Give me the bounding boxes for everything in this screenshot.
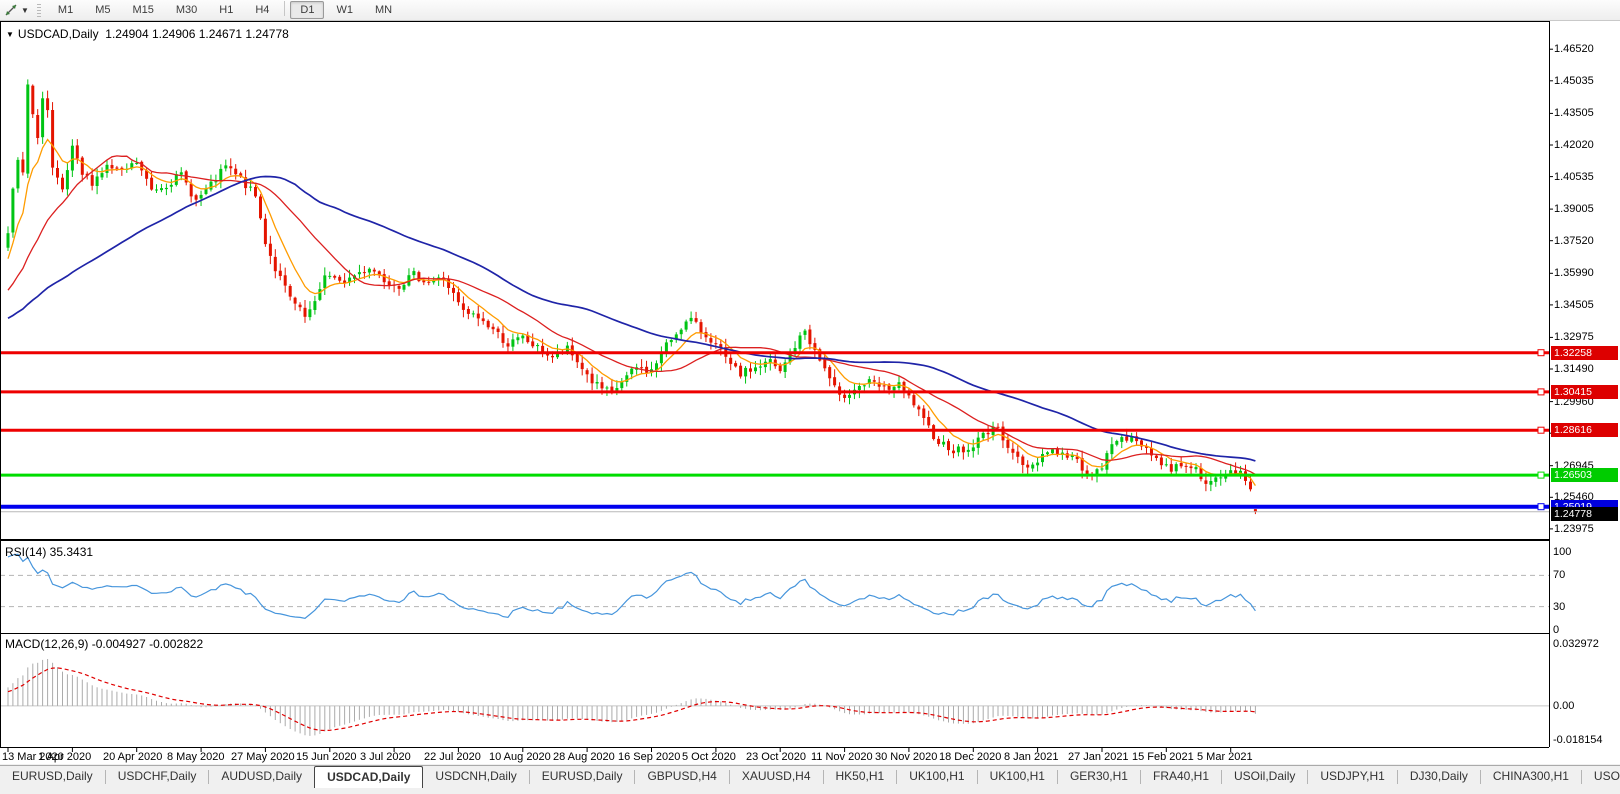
date-axis-label: 18 Dec 2020 [939,751,1001,763]
cursor-tool-dropdown-icon[interactable]: ▼ [21,6,29,15]
price-axis-label: 1.43505 [1554,107,1594,119]
price-axis-label: 1.40535 [1554,171,1594,183]
rsi-axis-label: 30 [1553,601,1565,613]
top-toolbar: ▼ M1M5M15M30H1H4 D1W1MN [0,0,1620,21]
chart-tab-8[interactable]: HK50,H1 [824,766,897,788]
toolbar-separator [284,1,285,16]
timeframe-button-w1[interactable]: W1 [326,1,363,19]
chart-ohlc-values: 1.24904 1.24906 1.24671 1.24778 [105,27,289,41]
hline-price-tag[interactable]: 1.26503 [1551,468,1618,482]
chart-tab-5[interactable]: EURUSD,Daily [530,766,635,788]
price-axis-label: 1.34505 [1554,299,1594,311]
chart-tab-10[interactable]: UK100,H1 [978,766,1057,788]
chart-symbol-label: USDCAD,Daily [18,27,99,41]
date-axis-label: 3 Jul 2020 [360,751,411,763]
price-axis-label: 1.46520 [1554,43,1594,55]
current-price-tag: 1.24778 [1551,507,1618,521]
chart-tab-7[interactable]: XAUUSD,H4 [730,766,823,788]
chart-tab-16[interactable]: CHINA300,H1 [1481,766,1581,788]
date-axis-label: 15 Jun 2020 [296,751,357,763]
price-axis-label: 1.42020 [1554,139,1594,151]
chart-tab-11[interactable]: GER30,H1 [1058,766,1140,788]
rsi-axis-label: 100 [1553,546,1571,558]
date-axis-label: 8 Jan 2021 [1004,751,1058,763]
hline-price-tag[interactable]: 1.30415 [1551,385,1618,399]
timeframe-button-m5[interactable]: M5 [85,1,120,19]
price-axis-label: 1.37520 [1554,235,1594,247]
rsi-label: RSI(14) 35.3431 [5,545,93,559]
timeframe-button-h4[interactable]: H4 [245,1,279,19]
price-axis-label: 1.45035 [1554,75,1594,87]
chart-title: ▼ USDCAD,Daily 1.24904 1.24906 1.24671 1.… [6,27,289,41]
price-axis-label: 1.23975 [1554,523,1594,535]
date-axis-label: 30 Nov 2020 [875,751,937,763]
date-axis-label: 5 Mar 2021 [1197,751,1253,763]
chart-tab-17[interactable]: USOil, [1582,766,1620,788]
macd-axis-label: -0.018154 [1553,734,1603,746]
timeframe-button-m30[interactable]: M30 [166,1,207,19]
chart-tab-14[interactable]: USDJPY,H1 [1308,766,1396,788]
date-axis-label: 10 Aug 2020 [489,751,551,763]
timeframe-buttons: M1M5M15M30H1H4 D1W1MN [47,1,403,19]
collapse-triangle-icon[interactable]: ▼ [6,30,14,39]
chart-tab-9[interactable]: UK100,H1 [897,766,976,788]
timeframe-button-m15[interactable]: M15 [122,1,163,19]
date-axis-label: 27 Jan 2021 [1068,751,1129,763]
chart-tab-1[interactable]: USDCHF,Daily [106,766,209,788]
date-axis-label: 16 Sep 2020 [618,751,680,763]
date-axis-label: 8 May 2020 [167,751,224,763]
chart-tab-0[interactable]: EURUSD,Daily [0,766,105,788]
price-axis-label: 1.31490 [1554,363,1594,375]
macd-axis-label: 0.00 [1553,700,1574,712]
chart-window: ▼ USDCAD,Daily 1.24904 1.24906 1.24671 1.… [0,21,1620,764]
timeframe-button-h1[interactable]: H1 [209,1,243,19]
hline-price-tag[interactable]: 1.28616 [1551,423,1618,437]
date-axis-label: 27 May 2020 [231,751,295,763]
date-axis-label: 11 Nov 2020 [811,751,873,763]
date-axis-label: 28 Aug 2020 [553,751,615,763]
hline-price-tag[interactable]: 1.32258 [1551,346,1618,360]
chart-tab-15[interactable]: DJ30,Daily [1398,766,1480,788]
toolbar-grip[interactable] [37,4,41,17]
chart-tab-bar: EURUSD,DailyUSDCHF,DailyAUDUSD,DailyUSDC… [0,765,1620,788]
timeframe-button-d1[interactable]: D1 [290,1,324,19]
date-axis-label: 22 Jul 2020 [424,751,481,763]
chart-tab-12[interactable]: FRA40,H1 [1141,766,1221,788]
chart-tabs: EURUSD,DailyUSDCHF,DailyAUDUSD,DailyUSDC… [0,766,1620,788]
chart-tab-13[interactable]: USOil,Daily [1222,766,1307,788]
cursor-tool-icon[interactable] [4,3,20,17]
date-axis-label: 1 Apr 2020 [38,751,91,763]
macd-label: MACD(12,26,9) -0.004927 -0.002822 [5,637,203,651]
date-axis-label: 23 Oct 2020 [746,751,806,763]
timeframe-button-mn[interactable]: MN [365,1,402,19]
price-axis-label: 1.32975 [1554,331,1594,343]
price-axis-label: 1.39005 [1554,203,1594,215]
rsi-axis-label: 0 [1553,624,1559,636]
chart-tab-3[interactable]: USDCAD,Daily [314,766,423,788]
chart-tab-6[interactable]: GBPUSD,H4 [635,766,728,788]
date-axis-label: 15 Feb 2021 [1132,751,1194,763]
macd-axis-label: 0.032972 [1553,638,1599,650]
chart-tab-2[interactable]: AUDUSD,Daily [209,766,314,788]
chart-canvas[interactable] [0,21,1620,764]
date-axis-label: 20 Apr 2020 [103,751,162,763]
timeframe-button-m1[interactable]: M1 [48,1,83,19]
price-axis-label: 1.35990 [1554,267,1594,279]
date-axis-label: 5 Oct 2020 [682,751,736,763]
chart-tab-4[interactable]: USDCNH,Daily [423,766,528,788]
rsi-axis-label: 70 [1553,569,1565,581]
